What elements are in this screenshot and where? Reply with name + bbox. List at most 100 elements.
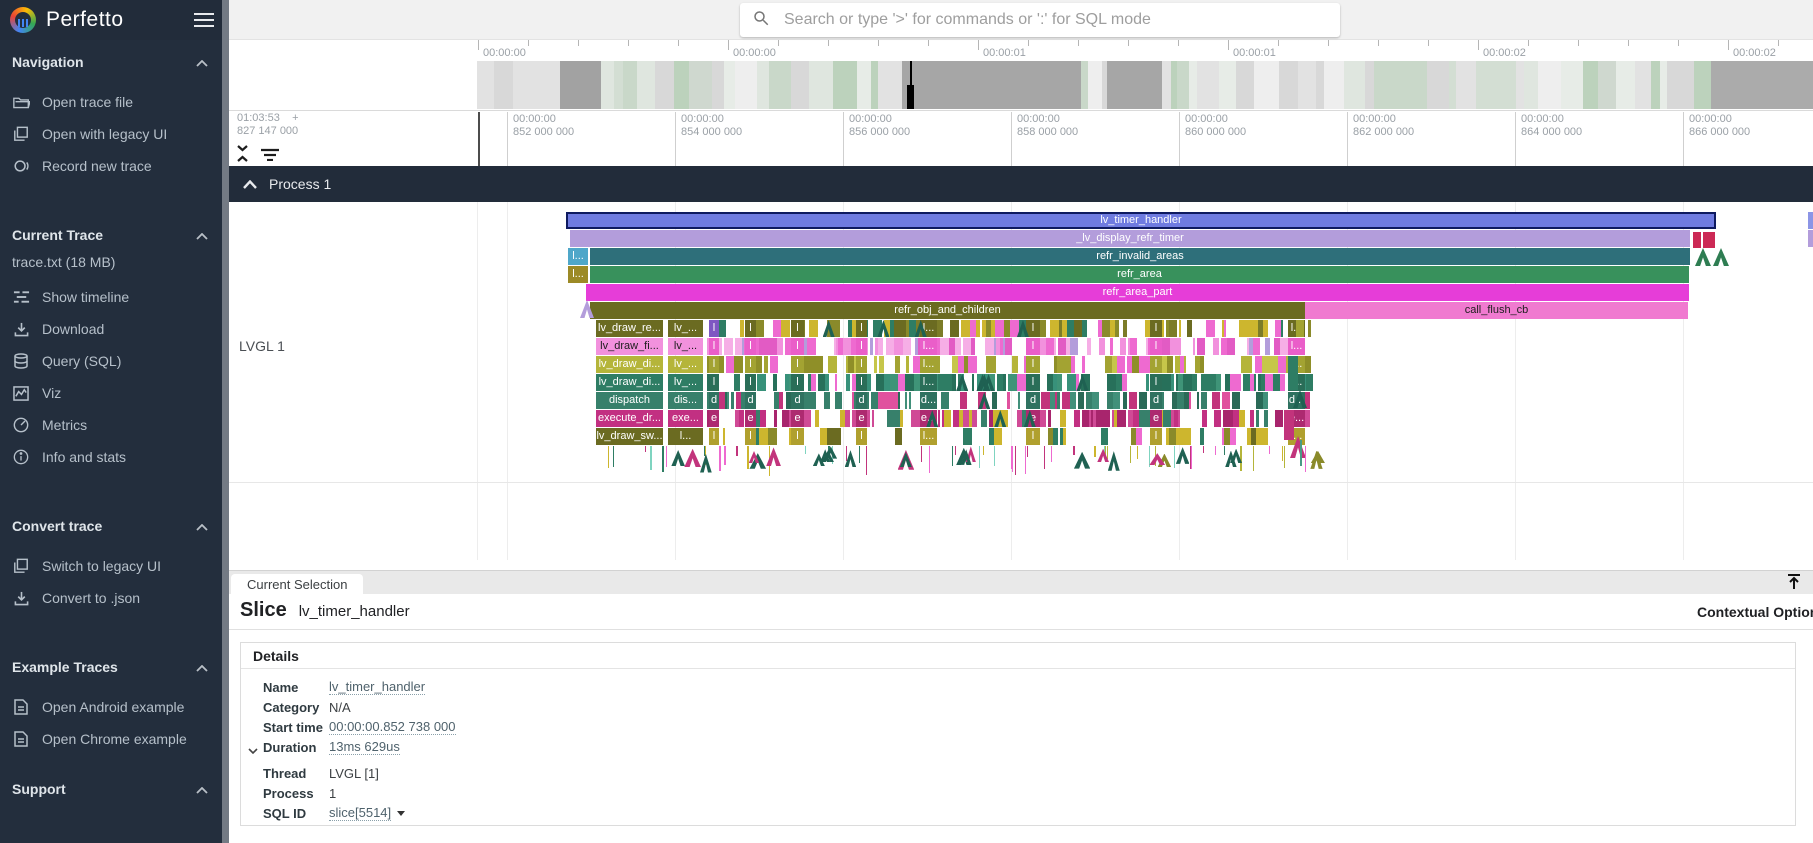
flame-slice[interactable] xyxy=(809,320,818,337)
flame-slice[interactable] xyxy=(1161,338,1170,355)
flame-slice[interactable] xyxy=(1063,428,1066,445)
flame-slice[interactable] xyxy=(1200,428,1204,445)
flame-slice[interactable] xyxy=(1192,374,1197,391)
flame-slice[interactable] xyxy=(764,356,768,373)
flame-slice[interactable] xyxy=(1169,320,1177,337)
flame-slice[interactable] xyxy=(891,392,898,409)
flame-slice[interactable] xyxy=(955,338,961,355)
sidebar-item-open-trace-file[interactable]: Open trace file xyxy=(0,86,222,118)
flame-slice[interactable] xyxy=(770,356,778,373)
flame-slice[interactable] xyxy=(1176,428,1183,445)
flame-slice[interactable] xyxy=(1265,374,1273,391)
flame-slice[interactable]: l... xyxy=(920,338,937,355)
flame-slice[interactable] xyxy=(760,410,766,427)
flame-slice[interactable] xyxy=(1074,320,1082,337)
flame-slice[interactable] xyxy=(1053,428,1058,445)
slice-execute-dr-[interactable]: execute_dr... xyxy=(596,410,663,427)
flame-slice[interactable]: l xyxy=(1150,320,1162,337)
flame-slice[interactable] xyxy=(759,428,768,445)
flame-slice[interactable] xyxy=(1170,338,1177,355)
flame-slice[interactable] xyxy=(1288,356,1298,390)
detail-value[interactable]: 00:00:00.852 738 000 xyxy=(329,719,456,735)
flame-slice[interactable] xyxy=(1201,392,1207,409)
flame-slice[interactable]: d xyxy=(1026,392,1040,409)
flame-slice[interactable] xyxy=(1136,428,1142,445)
flame-slice[interactable] xyxy=(893,410,900,427)
flame-slice[interactable]: lv_... xyxy=(668,374,703,391)
flame-slice[interactable] xyxy=(909,320,916,337)
flame-slice[interactable] xyxy=(755,320,764,337)
omnibox[interactable] xyxy=(740,3,1340,37)
flame-slice[interactable] xyxy=(1003,374,1006,391)
flame-slice[interactable] xyxy=(782,410,789,427)
flame-slice[interactable]: d xyxy=(1150,392,1162,409)
flame-slice[interactable] xyxy=(985,338,994,355)
flame-slice[interactable] xyxy=(1296,320,1304,337)
flame-slice[interactable] xyxy=(1082,410,1089,427)
flame-slice[interactable] xyxy=(1071,356,1075,373)
flame-slice[interactable] xyxy=(1054,338,1056,355)
search-input[interactable] xyxy=(782,10,1328,30)
flame-slice[interactable]: e xyxy=(745,410,756,427)
flame-slice[interactable] xyxy=(1275,410,1283,427)
flame-slice[interactable]: l xyxy=(745,320,756,337)
flame-slice[interactable] xyxy=(836,428,841,445)
flame-slice[interactable] xyxy=(1216,374,1221,391)
flame-slice[interactable] xyxy=(879,356,884,373)
flame-slice[interactable] xyxy=(872,410,874,427)
flame-slice[interactable] xyxy=(734,374,740,391)
flame-slice[interactable]: l xyxy=(856,428,867,445)
flame-slice[interactable] xyxy=(886,338,894,355)
flame-slice[interactable]: l xyxy=(709,356,719,373)
flame-slice[interactable] xyxy=(1092,392,1099,409)
flame-slice[interactable] xyxy=(1251,320,1258,337)
flame-slice[interactable] xyxy=(890,374,898,391)
flame-slice[interactable] xyxy=(1171,356,1173,373)
flame-slice[interactable] xyxy=(1129,392,1137,409)
flame-slice[interactable] xyxy=(1146,374,1149,391)
flame-slice[interactable] xyxy=(1256,392,1263,409)
minimap-position-handle[interactable] xyxy=(907,85,914,109)
flame-slice[interactable] xyxy=(740,320,744,337)
timeline-minimap[interactable] xyxy=(477,61,1813,109)
slice-lv-draw-sw-[interactable]: lv_draw_sw... xyxy=(596,428,663,445)
flame-slice[interactable]: l xyxy=(856,356,867,373)
flame-slice[interactable] xyxy=(867,392,869,409)
flame-slice[interactable] xyxy=(773,374,777,391)
flame-slice[interactable] xyxy=(807,338,816,355)
flame-arrow[interactable] xyxy=(1695,248,1711,266)
flame-slice[interactable]: lv_... xyxy=(668,356,703,373)
flame-slice[interactable] xyxy=(1179,320,1181,337)
flame-slice[interactable] xyxy=(1254,374,1256,391)
flame-slice[interactable] xyxy=(809,356,818,373)
flame-slice[interactable] xyxy=(1057,392,1060,409)
sidebar-item-open-chrome-example[interactable]: Open Chrome example xyxy=(0,723,222,755)
flame-slice[interactable] xyxy=(779,392,783,409)
sidebar-item-open-with-legacy-ui[interactable]: Open with legacy UI xyxy=(0,118,222,150)
sidebar-item-switch-to-legacy-ui[interactable]: Switch to legacy UI xyxy=(0,550,222,582)
flame-arrow[interactable] xyxy=(1713,248,1729,266)
flame-slice[interactable] xyxy=(804,410,811,427)
flame-slice[interactable]: d xyxy=(856,392,867,409)
flame-slice[interactable] xyxy=(1105,356,1112,373)
flame-slice[interactable] xyxy=(824,392,830,409)
flame-slice[interactable] xyxy=(1162,374,1171,391)
flame-slice[interactable] xyxy=(1306,374,1313,391)
flame-slice[interactable] xyxy=(1239,410,1245,427)
collapse-tracks-icon[interactable] xyxy=(235,145,250,167)
dropdown-caret-icon[interactable] xyxy=(397,811,405,816)
flame-slice[interactable] xyxy=(768,428,777,445)
sidebar-item-open-android-example[interactable]: Open Android example xyxy=(0,691,222,723)
flame-slice[interactable] xyxy=(1122,374,1127,391)
flame-slice[interactable] xyxy=(1074,410,1080,427)
flame-slice[interactable] xyxy=(1007,392,1010,409)
slice--lv-display-refr-timer[interactable]: _lv_display_refr_timer xyxy=(570,230,1690,247)
flame-slice[interactable]: l xyxy=(1026,356,1040,373)
flame-slice[interactable] xyxy=(1232,392,1240,409)
flame-slice[interactable] xyxy=(825,374,829,391)
flame-slice[interactable] xyxy=(1187,320,1192,337)
flame-slice[interactable] xyxy=(1265,356,1274,373)
section-header[interactable]: Support xyxy=(0,781,222,797)
flame-slice[interactable] xyxy=(1197,338,1205,355)
detail-value[interactable]: 13ms 629us xyxy=(329,739,400,755)
